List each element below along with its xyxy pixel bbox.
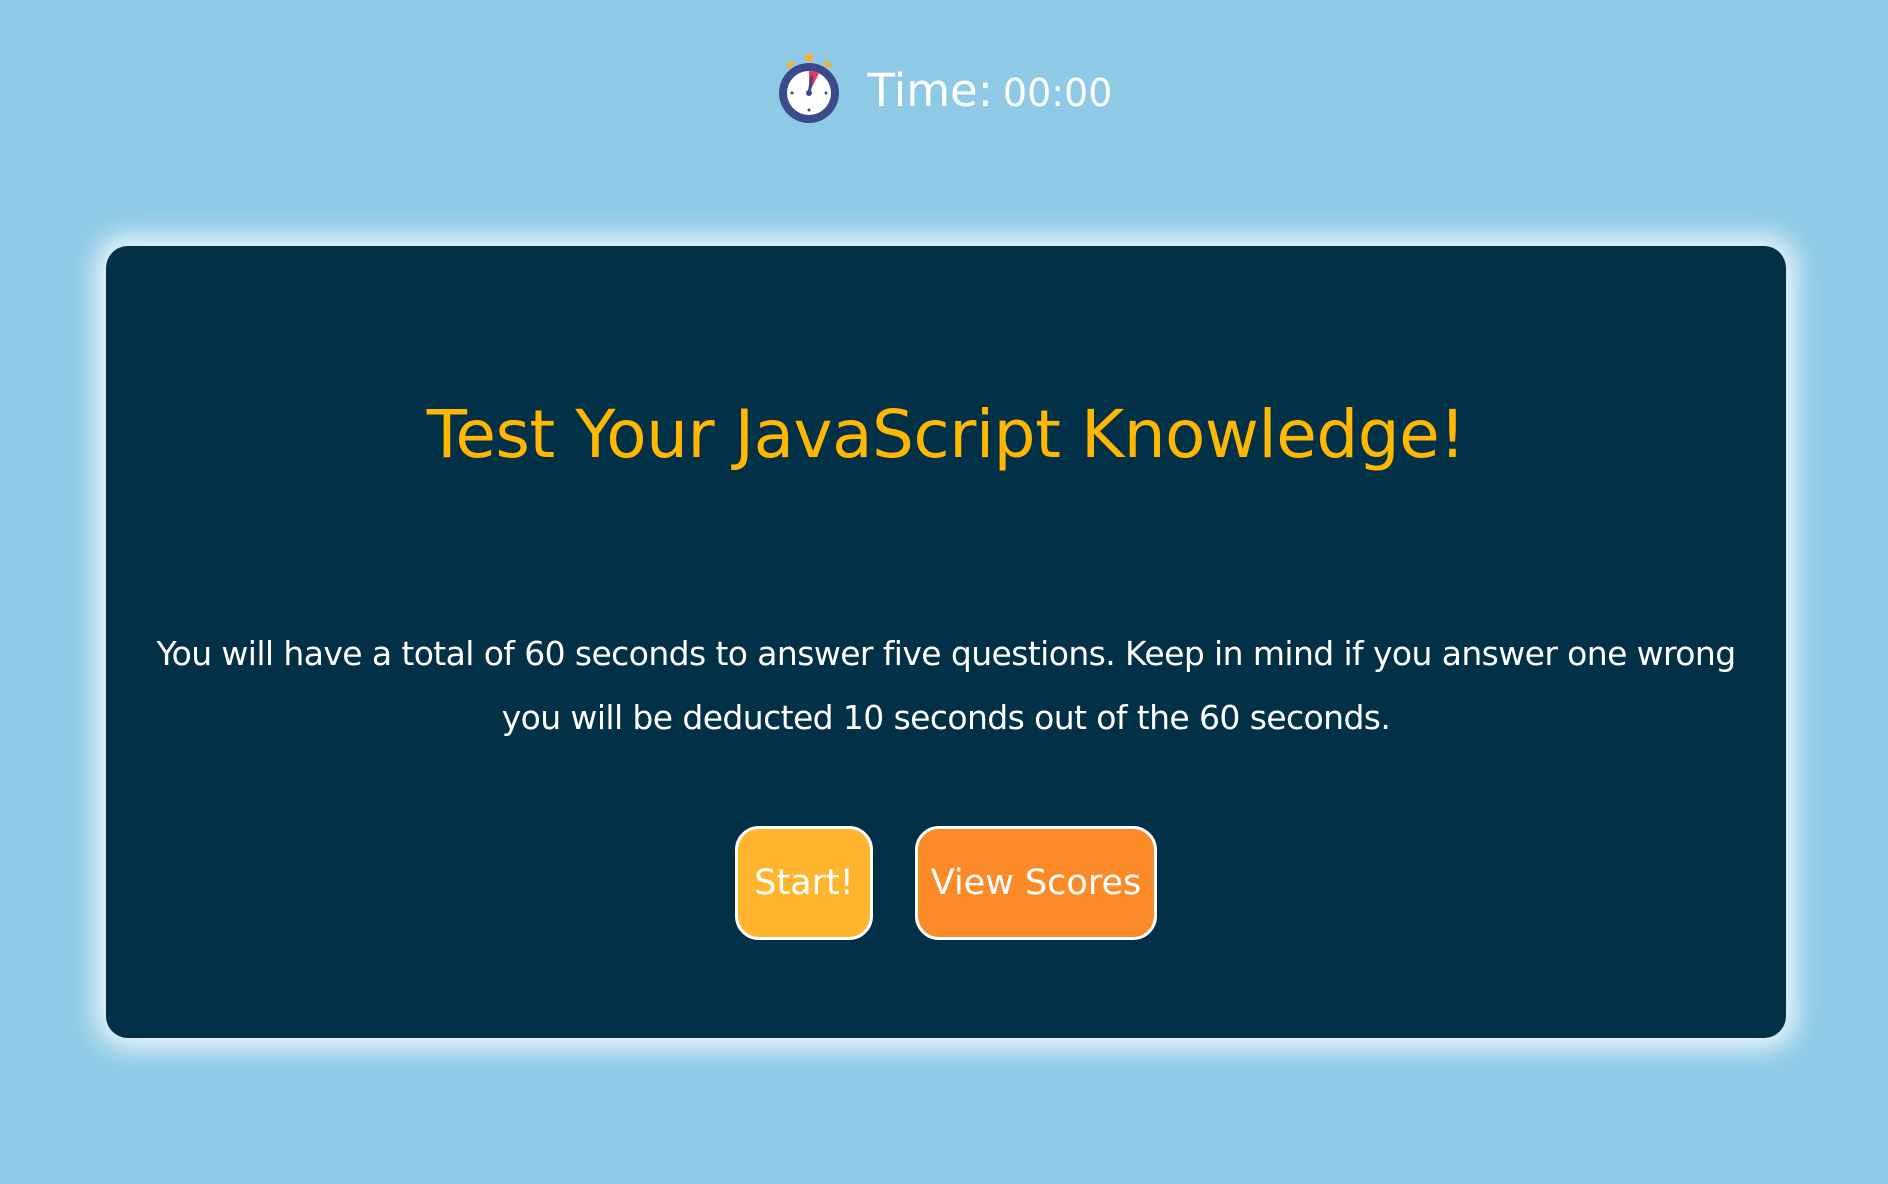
stopwatch-icon xyxy=(778,54,839,123)
page-title: Test Your JavaScript Knowledge! xyxy=(426,396,1466,473)
timer-text: Time: 00:00 xyxy=(868,60,1113,117)
quiz-description: You will have a total of 60 seconds to a… xyxy=(156,634,1736,737)
timer-label: Time: xyxy=(867,63,993,117)
timer-value: 00:00 xyxy=(1002,70,1113,115)
view-scores-button[interactable]: View Scores xyxy=(915,826,1157,940)
start-button[interactable]: Start! xyxy=(735,826,873,940)
button-row: Start! View Scores xyxy=(106,826,1786,940)
quiz-card: Test Your JavaScript Knowledge! You will… xyxy=(106,246,1786,1038)
timer-bar: Time: 00:00 xyxy=(0,50,1888,126)
